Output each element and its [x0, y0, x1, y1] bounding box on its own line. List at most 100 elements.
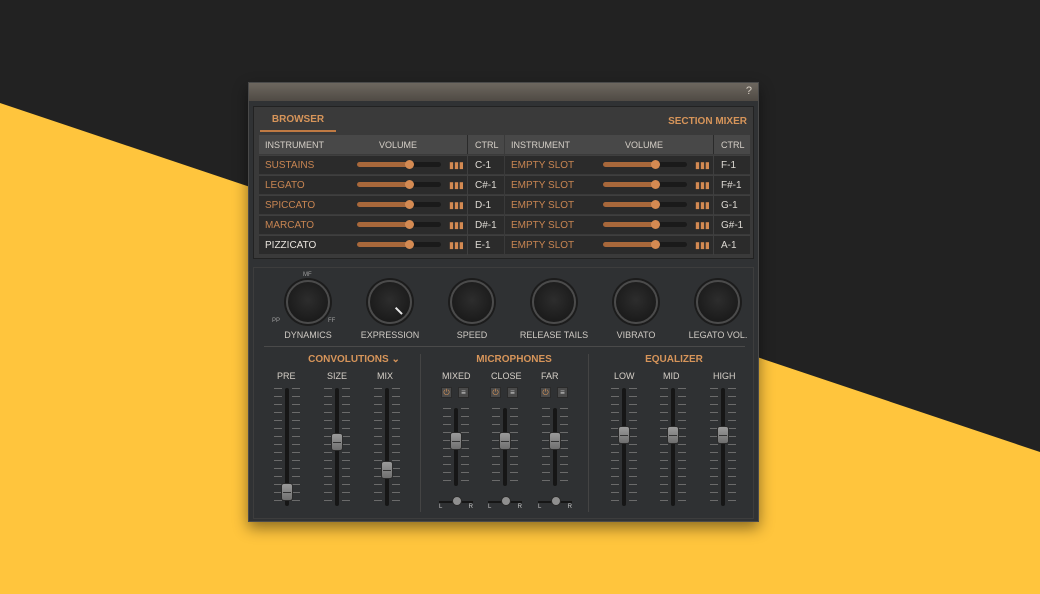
volume-slider[interactable] — [603, 240, 687, 249]
knob-dial[interactable] — [696, 280, 740, 324]
volume-slider-knob[interactable] — [405, 240, 415, 249]
knob-release-tails[interactable]: RELEASE TAILS — [516, 278, 592, 346]
help-button[interactable]: ? — [746, 85, 752, 97]
ctrl-key[interactable]: A-1 — [721, 240, 737, 251]
instrument-name[interactable]: SPICCATO — [265, 200, 315, 211]
volume-slider-knob[interactable] — [651, 200, 661, 209]
instrument-name[interactable]: EMPTY SLOT — [511, 180, 574, 191]
volume-slider-knob[interactable] — [405, 180, 415, 189]
volume-slider[interactable] — [603, 200, 687, 209]
mic-far-list-icon[interactable]: ≡ — [557, 387, 568, 398]
pan-knob[interactable] — [551, 496, 561, 506]
instrument-name[interactable]: EMPTY SLOT — [511, 240, 574, 251]
convolutions-mix-fader-handle[interactable] — [381, 461, 393, 479]
knob-speed[interactable]: SPEED — [434, 278, 510, 346]
knob-legato-vol[interactable]: LEGATO VOL. — [680, 278, 756, 346]
tab-browser[interactable]: BROWSER — [260, 114, 336, 132]
instrument-name[interactable]: MARCATO — [265, 220, 314, 231]
mic-far-fader-handle[interactable] — [549, 432, 561, 450]
table-row[interactable]: SPICCATO ▮▮▮ D-1 — [259, 195, 504, 215]
piano-icon[interactable]: ▮▮▮ — [449, 240, 464, 251]
piano-icon[interactable]: ▮▮▮ — [695, 160, 710, 171]
table-row[interactable]: EMPTY SLOT ▮▮▮ G-1 — [505, 195, 750, 215]
volume-slider-knob[interactable] — [651, 220, 661, 229]
instrument-name[interactable]: EMPTY SLOT — [511, 160, 574, 171]
ctrl-key[interactable]: F#-1 — [721, 180, 742, 191]
mic-mixed-power-icon[interactable]: ⏻ — [441, 387, 452, 398]
mic-mixed-fader-handle[interactable] — [450, 432, 462, 450]
window-titlebar[interactable]: ? — [249, 83, 758, 101]
mic-close-pan[interactable]: LR — [488, 496, 522, 510]
volume-slider[interactable] — [603, 220, 687, 229]
pan-knob[interactable] — [501, 496, 511, 506]
volume-slider-fill — [603, 222, 656, 227]
table-row[interactable]: MARCATO ▮▮▮ D#-1 — [259, 215, 504, 235]
volume-slider[interactable] — [357, 220, 441, 229]
mic-mixed-pan[interactable]: LR — [439, 496, 473, 510]
volume-slider[interactable] — [357, 160, 441, 169]
instrument-name[interactable]: LEGATO — [265, 180, 305, 191]
knob-dial[interactable] — [450, 280, 494, 324]
piano-icon[interactable]: ▮▮▮ — [695, 240, 710, 251]
knob-dial[interactable] — [368, 280, 412, 324]
ctrl-key[interactable]: C-1 — [475, 160, 491, 171]
table-row[interactable]: EMPTY SLOT ▮▮▮ G#-1 — [505, 215, 750, 235]
instrument-name[interactable]: PIZZICATO — [265, 240, 316, 251]
ctrl-key[interactable]: G#-1 — [721, 220, 743, 231]
instrument-name[interactable]: SUSTAINS — [265, 160, 314, 171]
mic-far-power-icon[interactable]: ⏻ — [540, 387, 551, 398]
piano-icon[interactable]: ▮▮▮ — [695, 200, 710, 211]
eq-mid-fader-handle[interactable] — [667, 426, 679, 444]
mic-close-fader-handle[interactable] — [499, 432, 511, 450]
knob-dial[interactable] — [532, 280, 576, 324]
eq-high-fader-handle[interactable] — [717, 426, 729, 444]
header-ctrl: CTRL — [475, 140, 499, 150]
volume-slider-knob[interactable] — [405, 220, 415, 229]
volume-slider[interactable] — [603, 160, 687, 169]
convolutions-pre-fader-handle[interactable] — [281, 483, 293, 501]
knob-dial[interactable] — [614, 280, 658, 324]
table-row[interactable]: LEGATO ▮▮▮ C#-1 — [259, 175, 504, 195]
knob-dial[interactable] — [286, 280, 330, 324]
knob-vibrato[interactable]: VIBRATO — [598, 278, 674, 346]
piano-icon[interactable]: ▮▮▮ — [449, 200, 464, 211]
volume-slider[interactable] — [603, 180, 687, 189]
ctrl-key[interactable]: D-1 — [475, 200, 491, 211]
piano-icon[interactable]: ▮▮▮ — [449, 160, 464, 171]
instrument-name[interactable]: EMPTY SLOT — [511, 220, 574, 231]
volume-slider-knob[interactable] — [651, 160, 661, 169]
ctrl-key[interactable]: F-1 — [721, 160, 736, 171]
volume-slider-knob[interactable] — [405, 160, 415, 169]
volume-slider-knob[interactable] — [651, 180, 661, 189]
volume-slider-knob[interactable] — [651, 240, 661, 249]
piano-icon[interactable]: ▮▮▮ — [449, 180, 464, 191]
table-row[interactable]: SUSTAINS ▮▮▮ C-1 — [259, 155, 504, 175]
knob-dynamics[interactable]: DYNAMICS PP MF FF — [270, 272, 346, 346]
volume-slider[interactable] — [357, 180, 441, 189]
convolutions-size-fader-handle[interactable] — [331, 433, 343, 451]
knob-expression[interactable]: EXPRESSION — [352, 278, 428, 346]
ctrl-key[interactable]: D#-1 — [475, 220, 497, 231]
table-row[interactable]: PIZZICATO ▮▮▮ E-1 — [259, 235, 504, 255]
mic-close-power-icon[interactable]: ⏻ — [490, 387, 501, 398]
mic-far-pan[interactable]: LR — [538, 496, 572, 510]
piano-icon[interactable]: ▮▮▮ — [695, 220, 710, 231]
volume-slider-knob[interactable] — [405, 200, 415, 209]
table-row[interactable]: EMPTY SLOT ▮▮▮ F-1 — [505, 155, 750, 175]
convolutions-title-chevron-down-icon[interactable]: ⌄ — [389, 354, 399, 365]
mic-mixed-list-icon[interactable]: ≡ — [458, 387, 469, 398]
instrument-name[interactable]: EMPTY SLOT — [511, 200, 574, 211]
eq-low-fader-handle[interactable] — [618, 426, 630, 444]
volume-slider[interactable] — [357, 200, 441, 209]
piano-icon[interactable]: ▮▮▮ — [449, 220, 464, 231]
ctrl-key[interactable]: G-1 — [721, 200, 738, 211]
mic-close-list-icon[interactable]: ≡ — [507, 387, 518, 398]
volume-slider[interactable] — [357, 240, 441, 249]
tab-section-mixer[interactable]: SECTION MIXER — [668, 116, 747, 127]
ctrl-key[interactable]: E-1 — [475, 240, 491, 251]
table-row[interactable]: EMPTY SLOT ▮▮▮ A-1 — [505, 235, 750, 255]
pan-knob[interactable] — [452, 496, 462, 506]
piano-icon[interactable]: ▮▮▮ — [695, 180, 710, 191]
table-row[interactable]: EMPTY SLOT ▮▮▮ F#-1 — [505, 175, 750, 195]
ctrl-key[interactable]: C#-1 — [475, 180, 497, 191]
